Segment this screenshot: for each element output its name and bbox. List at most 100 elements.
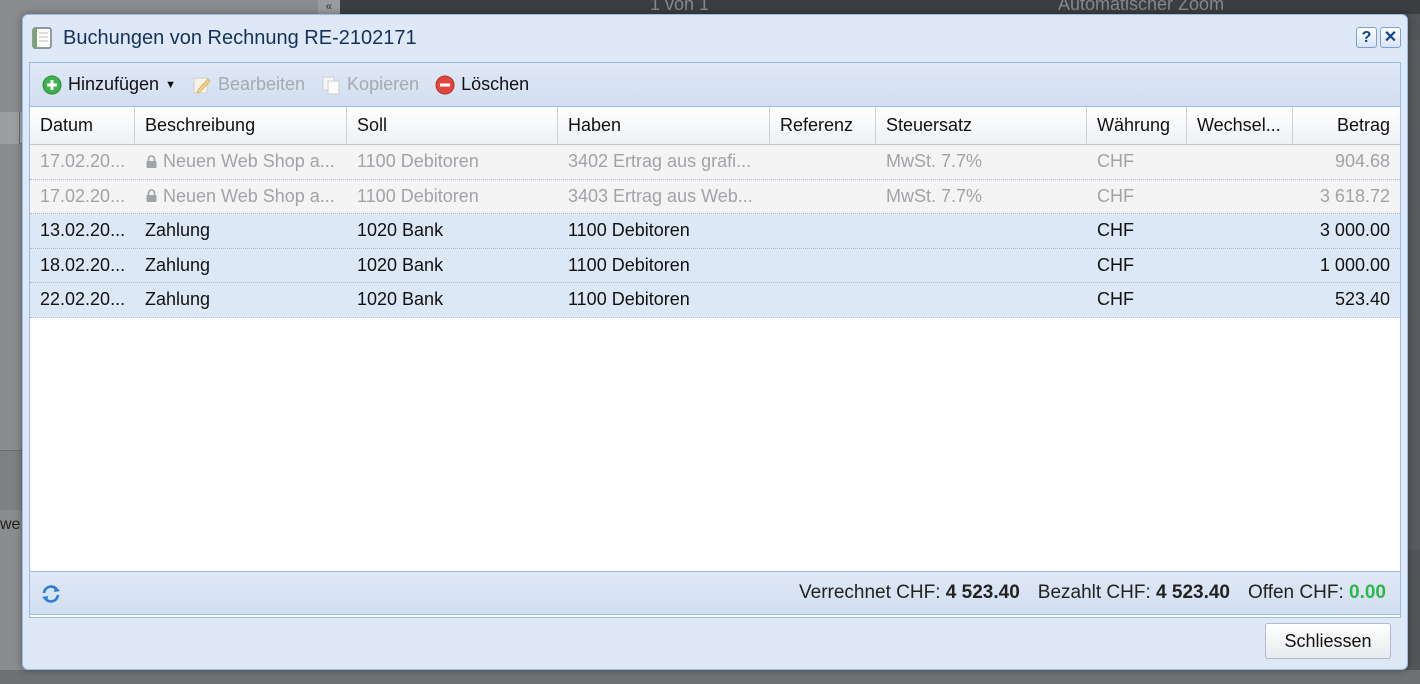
cell-beschreibung: Neuen Web Shop a... [135, 180, 347, 214]
cell-steuersatz [876, 214, 1087, 248]
cell-wechselkurs [1187, 249, 1293, 283]
cell-betrag: 1 000.00 [1319, 254, 1390, 275]
cell-betrag: 904.68 [1334, 151, 1390, 172]
cell-beschreibung: Zahlung [145, 289, 211, 310]
column-header-betrag[interactable]: Betrag [1293, 107, 1400, 144]
verrechnet-value: 4 523.40 [945, 582, 1020, 603]
column-header-referenz[interactable]: Referenz [770, 107, 876, 144]
cell-datum: 13.02.20... [40, 220, 126, 241]
pencil-icon [193, 77, 211, 94]
cell-betrag: 3 000.00 [1319, 220, 1390, 241]
table-row[interactable]: 18.02.20... Zahlung 1020 Bank 1100 Debit… [30, 248, 1400, 283]
grid-toolbar: Hinzufügen ▼ Bearbeiten Kopieren Löschen [30, 63, 1400, 107]
close-icon[interactable]: ✕ [1380, 27, 1401, 48]
cell-datum: 17.02.20... [40, 151, 126, 172]
cell-haben: 3403 Ertrag aus Web... [568, 185, 753, 206]
cell-referenz [770, 283, 876, 317]
bg-tab [0, 112, 20, 144]
edit-button[interactable]: Bearbeiten [186, 69, 311, 101]
cell-beschreibung-text: Neuen Web Shop a... [163, 151, 335, 172]
table-row[interactable]: 17.02.20... Neuen Web Shop a... 1100 Deb… [30, 145, 1400, 180]
summary-bar: Verrechnet CHF: 4 523.40 Bezahlt CHF: 4 … [29, 571, 1401, 615]
cell-referenz [770, 180, 876, 214]
cell-soll: 1020 Bank [357, 289, 444, 310]
table-row[interactable]: 13.02.20... Zahlung 1020 Bank 1100 Debit… [30, 214, 1400, 249]
cell-datum: 17.02.20... [40, 185, 126, 206]
close-dialog-button[interactable]: Schliessen [1265, 623, 1391, 659]
offen-summary: Offen CHF: 0.00 [1248, 582, 1386, 604]
cell-soll: 1020 Bank [357, 220, 444, 241]
cell-soll: 1020 Bank [357, 254, 444, 275]
table-row[interactable]: 17.02.20... Neuen Web Shop a... 1100 Deb… [30, 179, 1400, 214]
dialog-titlebar[interactable]: Buchungen von Rechnung RE-2102171 [23, 15, 1407, 61]
cell-soll: 1100 Debitoren [357, 185, 479, 206]
bookings-grid-panel: Hinzufügen ▼ Bearbeiten Kopieren Löschen… [29, 62, 1401, 618]
column-header-waehrung[interactable]: Währung [1087, 107, 1187, 144]
cell-waehrung: CHF [1097, 151, 1134, 172]
bg-partial-text: we [0, 516, 21, 533]
delete-button[interactable]: Löschen [429, 69, 535, 101]
grid-body: 17.02.20... Neuen Web Shop a... 1100 Deb… [30, 145, 1400, 318]
bookings-dialog: Buchungen von Rechnung RE-2102171 ? ✕ Hi… [22, 14, 1408, 670]
cell-steuersatz [876, 249, 1087, 283]
bg-right-strip [1406, 40, 1420, 550]
lock-icon [146, 189, 157, 203]
chevron-down-icon: ▼ [165, 78, 176, 91]
add-button-label: Hinzufügen [68, 74, 160, 94]
bezahlt-label: Bezahlt CHF: [1037, 582, 1151, 603]
cell-betrag: 523.40 [1334, 289, 1390, 310]
lock-icon [146, 155, 157, 168]
cell-steuersatz: MwSt. 7.7% [886, 151, 983, 172]
verrechnet-label: Verrechnet CHF: [799, 582, 941, 603]
copy-button-label: Kopieren [347, 74, 420, 94]
column-header-wechselkurs[interactable]: Wechsel... [1187, 107, 1293, 144]
cell-waehrung: CHF [1097, 254, 1134, 275]
notebook-icon [32, 27, 52, 49]
column-header-beschreibung[interactable]: Beschreibung [135, 107, 347, 144]
grid-header: Datum Beschreibung Soll Haben Referenz S… [30, 107, 1400, 145]
dialog-title: Buchungen von Rechnung RE-2102171 [63, 26, 417, 49]
bezahlt-summary: Bezahlt CHF: 4 523.40 [1038, 582, 1230, 604]
column-header-soll[interactable]: Soll [347, 107, 558, 144]
column-header-haben[interactable]: Haben [558, 107, 770, 144]
cell-haben: 3402 Ertrag aus grafi... [568, 151, 752, 172]
cell-waehrung: CHF [1097, 289, 1134, 310]
edit-button-label: Bearbeiten [217, 74, 306, 94]
cell-datum: 18.02.20... [40, 254, 126, 275]
cell-haben: 1100 Debitoren [568, 289, 690, 310]
cell-steuersatz [876, 283, 1087, 317]
offen-value: 0.00 [1349, 582, 1386, 603]
cell-beschreibung: Zahlung [145, 254, 211, 275]
bg-pdf-toolbar [318, 0, 1420, 14]
cell-haben: 1100 Debitoren [568, 220, 690, 241]
add-button[interactable]: Hinzufügen ▼ [36, 69, 182, 101]
help-button[interactable]: ? [1356, 27, 1377, 48]
cell-referenz [770, 214, 876, 248]
cell-beschreibung-text: Neuen Web Shop a... [163, 185, 335, 206]
add-icon [42, 75, 62, 94]
delete-button-label: Löschen [461, 74, 530, 94]
verrechnet-summary: Verrechnet CHF: 4 523.40 [799, 582, 1020, 604]
copy-icon [322, 76, 340, 94]
delete-icon [435, 75, 455, 94]
copy-button[interactable]: Kopieren [315, 69, 425, 101]
cell-wechselkurs [1187, 283, 1293, 317]
cell-wechselkurs [1187, 145, 1293, 179]
bezahlt-value: 4 523.40 [1156, 582, 1230, 603]
cell-wechselkurs [1187, 214, 1293, 248]
column-header-datum[interactable]: Datum [30, 107, 135, 144]
cell-steuersatz: MwSt. 7.7% [886, 185, 983, 206]
table-row[interactable]: 22.02.20... Zahlung 1020 Bank 1100 Debit… [30, 283, 1400, 318]
cell-betrag: 3 618.72 [1319, 185, 1390, 206]
cell-beschreibung: Neuen Web Shop a... [135, 145, 347, 179]
cell-datum: 22.02.20... [40, 289, 126, 310]
cell-wechselkurs [1187, 180, 1293, 214]
cell-referenz [770, 145, 876, 179]
bg-page-indicator: 1 von 1 [650, 0, 710, 14]
cell-waehrung: CHF [1097, 220, 1134, 241]
offen-label: Offen CHF: [1248, 582, 1344, 603]
column-header-steuersatz[interactable]: Steuersatz [876, 107, 1087, 144]
cell-soll: 1100 Debitoren [357, 151, 479, 172]
bg-zoom-label: Automatischer Zoom [1058, 0, 1225, 14]
refresh-icon[interactable] [40, 583, 62, 605]
